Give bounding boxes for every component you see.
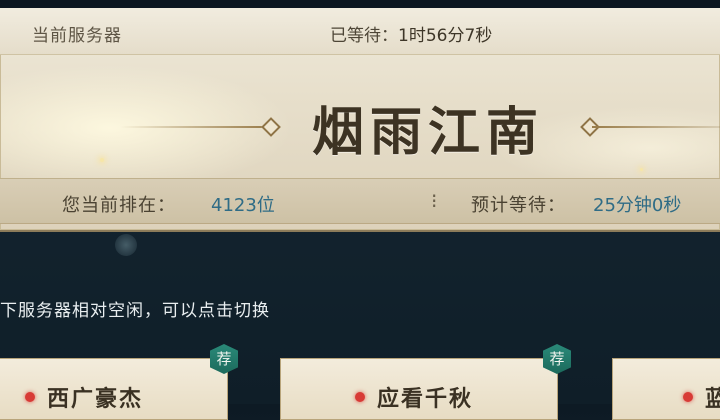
panel-header: 当前服务器 已等待：1时56分7秒: [0, 8, 720, 55]
rank-label: 您当前排在：: [62, 195, 176, 216]
server-card-2[interactable]: 应看千秋: [280, 358, 558, 420]
switch-server-hint: 下服务器相对空闲，可以点击切换: [0, 301, 270, 321]
top-strip: [0, 0, 720, 8]
waited-value: 1时56分7秒: [398, 26, 493, 46]
separator-icon: ⁝: [431, 189, 438, 213]
server-name-title: 烟雨江南: [312, 102, 545, 163]
panel-divider: [0, 230, 720, 232]
ornament-line-left: [120, 126, 268, 128]
server-card-1[interactable]: 西广豪杰: [0, 358, 228, 420]
sparkle-decoration: [640, 168, 643, 171]
queue-panel: 当前服务器 已等待：1时56分7秒 烟雨江南 您当前排在： 4123位 ⁝ 预计…: [0, 8, 720, 230]
current-server-label: 当前服务器: [32, 26, 122, 46]
status-dot-icon: [25, 392, 35, 402]
status-dot-icon: [355, 392, 365, 402]
ornament-diamond-icon: [261, 117, 281, 137]
server-card-name: 蓝: [705, 386, 720, 412]
ornament-line-right: [592, 126, 720, 128]
status-dot-icon: [683, 392, 693, 402]
sparkle-decoration: [100, 158, 104, 162]
rank-value: 4123位: [211, 195, 275, 216]
estimate-label: 预计等待：: [471, 195, 566, 216]
waited-time: 已等待：1时56分7秒: [330, 21, 492, 46]
server-card-3[interactable]: 蓝: [612, 358, 720, 420]
queue-status-bar: 您当前排在： 4123位 ⁝ 预计等待： 25分钟0秒: [0, 178, 720, 224]
estimate-value: 25分钟0秒: [593, 195, 682, 216]
server-card-name: 西广豪杰: [47, 386, 144, 412]
server-card-name: 应看千秋: [377, 386, 474, 412]
scroll-indicator-icon: [115, 234, 137, 256]
waited-label: 已等待：: [330, 26, 398, 46]
